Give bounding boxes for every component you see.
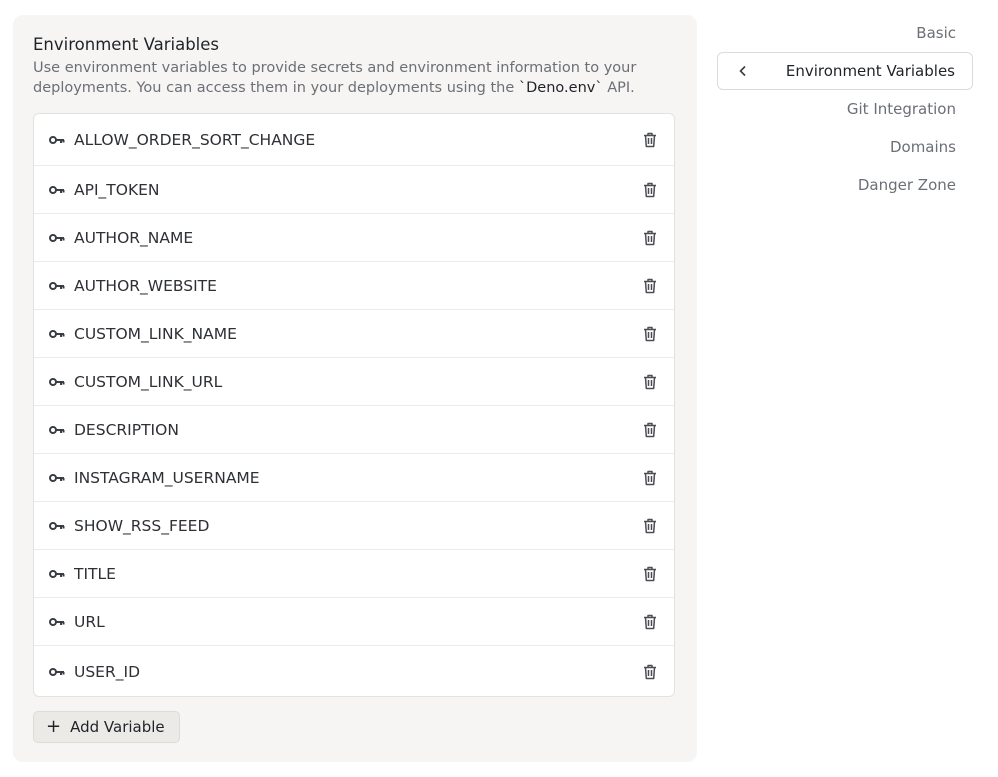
variable-name: CUSTOM_LINK_NAME	[74, 324, 237, 343]
delete-variable-button[interactable]	[640, 467, 660, 489]
chevron-left-icon	[739, 65, 746, 77]
variable-row[interactable]: CUSTOM_LINK_NAME	[34, 310, 674, 358]
key-icon	[49, 616, 67, 628]
variable-row[interactable]: TITLE	[34, 550, 674, 598]
delete-variable-button[interactable]	[640, 275, 660, 297]
variable-row[interactable]: AUTHOR_WEBSITE	[34, 262, 674, 310]
variable-row[interactable]: CUSTOM_LINK_URL	[34, 358, 674, 406]
trash-icon	[644, 374, 656, 389]
variable-row[interactable]: URL	[34, 598, 674, 646]
trash-icon	[644, 470, 656, 485]
trash-icon	[644, 566, 656, 581]
nav-item-basic[interactable]: Basic	[717, 14, 973, 52]
nav-item-environment-variables[interactable]: Environment Variables	[717, 52, 973, 90]
delete-variable-button[interactable]	[640, 419, 660, 441]
trash-icon	[644, 422, 656, 437]
variable-name: URL	[74, 612, 105, 631]
key-icon	[49, 328, 67, 340]
variables-list: ALLOW_ORDER_SORT_CHANGE API_TOKEN AUTHOR_N…	[33, 113, 675, 697]
add-variable-button[interactable]: + Add Variable	[33, 711, 180, 743]
trash-icon	[644, 614, 656, 629]
nav-item-label: Basic	[916, 24, 956, 42]
delete-variable-button[interactable]	[640, 323, 660, 345]
variable-row[interactable]: SHOW_RSS_FEED	[34, 502, 674, 550]
delete-variable-button[interactable]	[640, 371, 660, 393]
delete-variable-button[interactable]	[640, 179, 660, 201]
variable-row[interactable]: AUTHOR_NAME	[34, 214, 674, 262]
variable-row[interactable]: ALLOW_ORDER_SORT_CHANGE	[34, 114, 674, 166]
description-text-end: API.	[602, 80, 635, 96]
page-title: Environment Variables	[33, 35, 220, 54]
trash-icon	[644, 132, 656, 147]
variable-row[interactable]: INSTAGRAM_USERNAME	[34, 454, 674, 502]
nav-item-danger-zone[interactable]: Danger Zone	[717, 166, 973, 204]
description-code: `Deno.env`	[518, 80, 603, 96]
key-icon	[49, 666, 67, 678]
variable-row[interactable]: API_TOKEN	[34, 166, 674, 214]
variable-row[interactable]: USER_ID	[34, 646, 674, 698]
variable-name: TITLE	[74, 564, 116, 583]
delete-variable-button[interactable]	[640, 515, 660, 537]
key-icon	[49, 134, 67, 146]
variable-name: API_TOKEN	[74, 180, 160, 199]
plus-icon: +	[46, 716, 62, 737]
trash-icon	[644, 278, 656, 293]
key-icon	[49, 376, 67, 388]
nav-item-label: Danger Zone	[857, 176, 956, 194]
key-icon	[49, 424, 67, 436]
variable-row[interactable]: DESCRIPTION	[34, 406, 674, 454]
trash-icon	[644, 326, 656, 341]
trash-icon	[644, 518, 656, 533]
key-icon	[49, 232, 67, 244]
variable-name: INSTAGRAM_USERNAME	[74, 468, 260, 487]
settings-nav: Basic Environment Variables Git Integratio…	[717, 14, 973, 204]
nav-item-git-integration[interactable]: Git Integration	[717, 90, 973, 128]
key-icon	[49, 568, 67, 580]
delete-variable-button[interactable]	[640, 611, 660, 633]
delete-variable-button[interactable]	[640, 227, 660, 249]
variable-name: DESCRIPTION	[74, 420, 179, 439]
variable-name: CUSTOM_LINK_URL	[74, 372, 223, 391]
trash-icon	[644, 182, 656, 197]
delete-variable-button[interactable]	[640, 661, 660, 683]
variable-name: SHOW_RSS_FEED	[74, 516, 210, 535]
variable-name: USER_ID	[74, 663, 141, 681]
env-vars-panel: Environment Variables Use environment va…	[13, 15, 697, 762]
page-description: Use environment variables to provide sec…	[33, 58, 653, 98]
nav-item-label: Domains	[889, 138, 956, 156]
variable-name: AUTHOR_WEBSITE	[74, 276, 217, 295]
variable-name: AUTHOR_NAME	[74, 228, 194, 247]
variable-name: ALLOW_ORDER_SORT_CHANGE	[74, 130, 316, 149]
nav-item-domains[interactable]: Domains	[717, 128, 973, 166]
key-icon	[49, 520, 67, 532]
trash-icon	[644, 664, 656, 680]
nav-item-label: Git Integration	[846, 100, 956, 118]
trash-icon	[644, 230, 656, 245]
delete-variable-button[interactable]	[640, 129, 660, 151]
nav-item-label: Environment Variables	[785, 62, 955, 80]
delete-variable-button[interactable]	[640, 563, 660, 585]
key-icon	[49, 472, 67, 484]
key-icon	[49, 184, 67, 196]
add-variable-label: Add Variable	[70, 718, 165, 736]
key-icon	[49, 280, 67, 292]
